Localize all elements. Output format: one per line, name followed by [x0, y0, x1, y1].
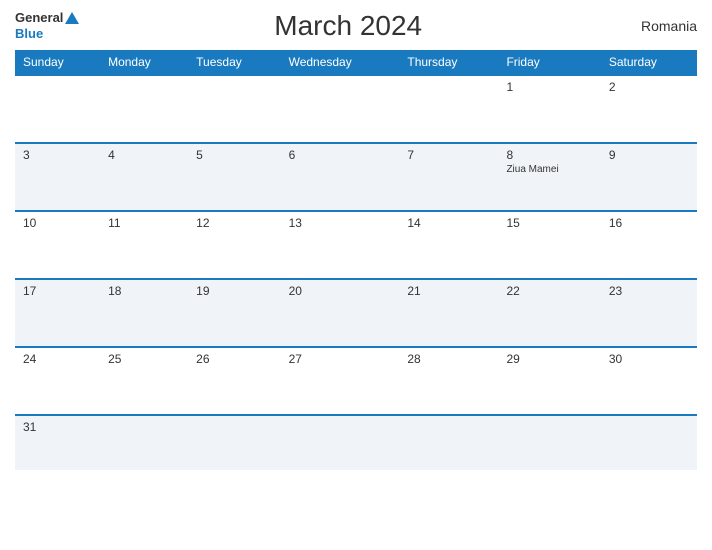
calendar-cell: [188, 75, 280, 143]
header-saturday: Saturday: [601, 50, 697, 75]
day-number: 9: [609, 148, 689, 162]
calendar-cell: 28: [399, 347, 498, 415]
header-monday: Monday: [100, 50, 188, 75]
calendar-title: March 2024: [79, 10, 617, 42]
calendar-cell: [601, 415, 697, 470]
day-number: 15: [506, 216, 592, 230]
week-row: 17 18 19 20 21 22 23: [15, 279, 697, 347]
day-number: 23: [609, 284, 689, 298]
day-number: 22: [506, 284, 592, 298]
calendar-cell: 16: [601, 211, 697, 279]
calendar-cell: 22: [498, 279, 600, 347]
calendar-cell: 30: [601, 347, 697, 415]
day-number: 31: [23, 420, 92, 434]
day-number: 14: [407, 216, 490, 230]
calendar-cell: 14: [399, 211, 498, 279]
calendar-cell: [100, 75, 188, 143]
calendar-cell: 31: [15, 415, 100, 470]
calendar-cell: 24: [15, 347, 100, 415]
day-number: 8: [506, 148, 592, 162]
day-number: 2: [609, 80, 689, 94]
calendar-cell: [399, 415, 498, 470]
header-thursday: Thursday: [399, 50, 498, 75]
calendar-cell: 8 Ziua Mamei: [498, 143, 600, 211]
day-number: 26: [196, 352, 272, 366]
calendar-cell: [281, 415, 400, 470]
calendar-cell: 5: [188, 143, 280, 211]
calendar-cell: 4: [100, 143, 188, 211]
day-header-row: Sunday Monday Tuesday Wednesday Thursday…: [15, 50, 697, 75]
calendar-cell: 15: [498, 211, 600, 279]
calendar-container: General Blue March 2024 Romania Sunday M…: [0, 0, 712, 550]
calendar-cell: 3: [15, 143, 100, 211]
calendar-cell: 25: [100, 347, 188, 415]
day-number: 19: [196, 284, 272, 298]
calendar-cell: 26: [188, 347, 280, 415]
day-number: 3: [23, 148, 92, 162]
calendar-cell: 7: [399, 143, 498, 211]
day-number: 10: [23, 216, 92, 230]
day-number: 29: [506, 352, 592, 366]
calendar-cell: 18: [100, 279, 188, 347]
day-number: 30: [609, 352, 689, 366]
calendar-cell: 17: [15, 279, 100, 347]
logo-general-text: General: [15, 10, 63, 26]
day-number: 11: [108, 216, 180, 230]
calendar-cell: [188, 415, 280, 470]
country-label: Romania: [617, 18, 697, 34]
calendar-cell: [498, 415, 600, 470]
day-number: 12: [196, 216, 272, 230]
day-number: 27: [289, 352, 392, 366]
day-number: 6: [289, 148, 392, 162]
calendar-body: 12345678Ziua Mamei9101112131415161718192…: [15, 75, 697, 470]
calendar-cell: [15, 75, 100, 143]
week-row: 12: [15, 75, 697, 143]
day-number: 5: [196, 148, 272, 162]
header-tuesday: Tuesday: [188, 50, 280, 75]
day-number: 7: [407, 148, 490, 162]
calendar-cell: 6: [281, 143, 400, 211]
calendar-cell: 1: [498, 75, 600, 143]
calendar-cell: [281, 75, 400, 143]
calendar-table: Sunday Monday Tuesday Wednesday Thursday…: [15, 50, 697, 470]
header-wednesday: Wednesday: [281, 50, 400, 75]
calendar-cell: 20: [281, 279, 400, 347]
calendar-cell: 2: [601, 75, 697, 143]
logo-triangle-icon: [65, 12, 79, 24]
calendar-cell: [100, 415, 188, 470]
calendar-cell: 23: [601, 279, 697, 347]
week-row: 24 25 26 27 28 29 30: [15, 347, 697, 415]
logo: General Blue: [15, 10, 79, 41]
calendar-cell: 11: [100, 211, 188, 279]
day-number: 1: [506, 80, 592, 94]
calendar-cell: 10: [15, 211, 100, 279]
logo-blue-text: Blue: [15, 26, 43, 41]
day-number: 16: [609, 216, 689, 230]
day-number: 18: [108, 284, 180, 298]
day-number: 25: [108, 352, 180, 366]
week-row: 31: [15, 415, 697, 470]
day-number: 4: [108, 148, 180, 162]
event-label: Ziua Mamei: [506, 164, 592, 175]
calendar-cell: 9: [601, 143, 697, 211]
calendar-cell: [399, 75, 498, 143]
calendar-cell: 12: [188, 211, 280, 279]
calendar-cell: 19: [188, 279, 280, 347]
calendar-header: General Blue March 2024 Romania: [15, 10, 697, 42]
day-number: 21: [407, 284, 490, 298]
calendar-cell: 21: [399, 279, 498, 347]
header-sunday: Sunday: [15, 50, 100, 75]
header-friday: Friday: [498, 50, 600, 75]
week-row: 3 4 5 6 7 8 Ziua Mamei 9: [15, 143, 697, 211]
calendar-cell: 29: [498, 347, 600, 415]
calendar-cell: 27: [281, 347, 400, 415]
day-number: 17: [23, 284, 92, 298]
calendar-cell: 13: [281, 211, 400, 279]
week-row: 10 11 12 13 14 15 16: [15, 211, 697, 279]
day-number: 24: [23, 352, 92, 366]
day-number: 13: [289, 216, 392, 230]
day-number: 28: [407, 352, 490, 366]
day-number: 20: [289, 284, 392, 298]
